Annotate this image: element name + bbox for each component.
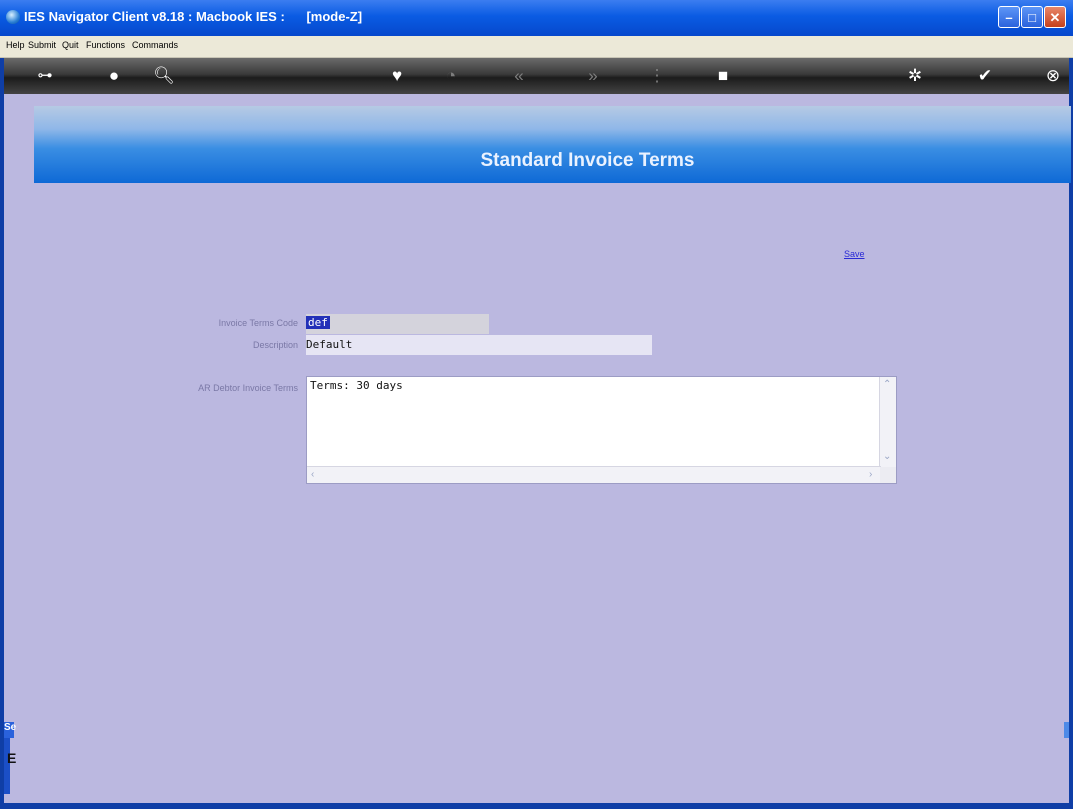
clock-icon[interactable]: ◔ (436, 61, 466, 91)
menu-quit[interactable]: Quit (62, 40, 79, 50)
page-title: Standard Invoice Terms (480, 150, 695, 171)
key-icon[interactable]: ⊶ (30, 61, 60, 91)
invoice-terms-code-value: def (306, 316, 330, 329)
menu-bar: Help Submit Quit Functions Commands (0, 36, 1073, 58)
toolbar: ⊶ ● 🔍︎ ♥ ◔ « » ⋮ ■ ✲ ✔ ⊗ (4, 58, 1069, 94)
save-link[interactable]: Save (844, 249, 865, 259)
heart-icon[interactable]: ♥ (382, 61, 412, 91)
side-panel-glyph: E (7, 750, 17, 766)
menu-help[interactable]: Help (6, 40, 25, 50)
invoice-terms-code-field[interactable]: def (306, 314, 489, 334)
right-edge-tab[interactable] (1064, 722, 1069, 738)
tree-icon[interactable]: ⋮ (642, 61, 672, 91)
check-icon[interactable]: ✔ (970, 61, 1000, 91)
ar-debtor-invoice-terms-label: AR Debtor Invoice Terms (198, 383, 298, 393)
description-field[interactable]: Default (306, 335, 652, 355)
help-icon[interactable]: ● (99, 61, 129, 91)
maximize-button[interactable]: □ (1021, 6, 1043, 28)
close-icon[interactable]: ⊗ (1038, 61, 1068, 91)
forward-icon[interactable]: » (578, 61, 608, 91)
description-label: Description (252, 340, 298, 350)
close-window-button[interactable]: ✕ (1044, 6, 1066, 28)
horizontal-scrollbar[interactable]: ‹ › (307, 466, 881, 483)
rewind-icon[interactable]: « (504, 61, 534, 91)
scrollbar-corner (880, 467, 896, 483)
ar-debtor-invoice-terms-value: Terms: 30 days (310, 379, 403, 392)
menu-submit[interactable]: Submit (28, 40, 56, 50)
scroll-down-icon[interactable]: ⌄ (883, 451, 891, 462)
vertical-scrollbar[interactable]: ⌃ ⌄ (879, 377, 896, 467)
application-window: IES Navigator Client v8.18 : Macbook IES… (0, 0, 1073, 809)
scroll-left-icon[interactable]: ‹ (311, 469, 314, 480)
menu-commands[interactable]: Commands (132, 40, 178, 50)
menu-functions[interactable]: Functions (86, 40, 125, 50)
minimize-button[interactable]: – (998, 6, 1020, 28)
scroll-up-icon[interactable]: ⌃ (883, 379, 891, 390)
page-banner: Standard Invoice Terms (34, 106, 1071, 183)
invoice-terms-code-label: Invoice Terms Code (218, 318, 298, 328)
ar-debtor-invoice-terms-textarea[interactable]: Terms: 30 days ⌃ ⌄ ‹ › (306, 376, 897, 484)
app-globe-icon (6, 10, 20, 24)
scroll-right-icon[interactable]: › (869, 469, 872, 480)
window-title: IES Navigator Client v8.18 : Macbook IES… (24, 9, 363, 24)
settings-icon[interactable]: ✲ (900, 61, 930, 91)
search-icon[interactable]: 🔍︎ (149, 61, 179, 91)
content-area: Standard Invoice Terms Save Invoice Term… (4, 94, 1071, 803)
side-tab[interactable]: Se (4, 722, 16, 738)
stop-icon[interactable]: ■ (708, 61, 738, 91)
title-bar[interactable]: IES Navigator Client v8.18 : Macbook IES… (0, 0, 1073, 36)
